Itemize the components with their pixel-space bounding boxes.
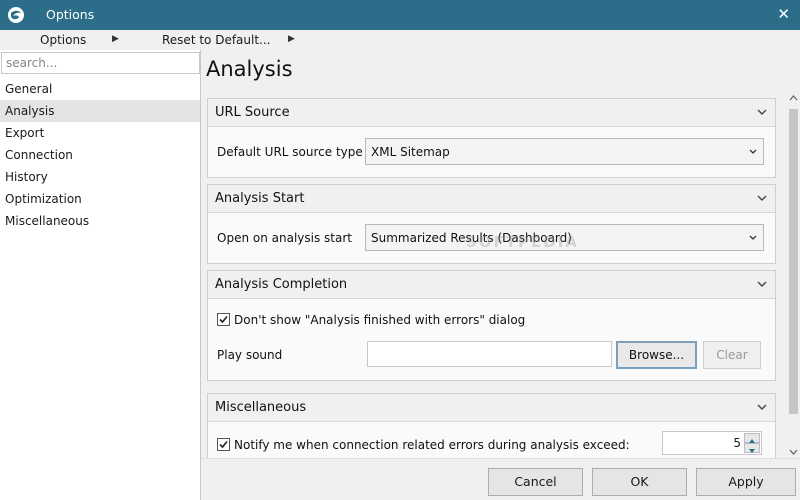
dont-show-errors-label: Don't show "Analysis finished with error… — [234, 313, 526, 327]
content-scrollbar[interactable] — [787, 92, 800, 458]
sidebar-nav: General Analysis Export Connection Histo… — [0, 78, 200, 232]
sidebar: General Analysis Export Connection Histo… — [0, 50, 201, 500]
spinner-value: 5 — [733, 436, 741, 450]
ok-button[interactable]: OK — [592, 468, 687, 496]
window-title: Options — [46, 7, 95, 22]
group-miscellaneous: Miscellaneous Notify me when connection … — [207, 393, 776, 458]
error-threshold-spinner[interactable]: 5 — [662, 431, 762, 455]
group-title: Miscellaneous — [215, 400, 307, 415]
sidebar-item-export[interactable]: Export — [0, 122, 200, 144]
group-url-source: URL Source Default URL source type XML S… — [207, 98, 776, 178]
browse-button[interactable]: Browse... — [616, 341, 697, 369]
notify-errors-label: Notify me when connection related errors… — [234, 438, 630, 452]
chevron-down-icon[interactable] — [757, 402, 767, 412]
options-arrow-icon[interactable]: ▶ — [112, 34, 119, 44]
group-analysis-completion: Analysis Completion Don't show "Analysis… — [207, 270, 776, 381]
search-input[interactable] — [1, 52, 200, 74]
group-analysis-start: Analysis Start Open on analysis start Su… — [207, 184, 776, 264]
menu-bar: Options ▶ Reset to Default... ▶ — [0, 30, 800, 50]
group-header-analysis-completion[interactable]: Analysis Completion — [208, 271, 775, 299]
group-title: Analysis Start — [215, 191, 305, 206]
cancel-button[interactable]: Cancel — [488, 468, 583, 496]
sidebar-item-general[interactable]: General — [0, 78, 200, 100]
select-value: Summarized Results (Dashboard) — [371, 231, 572, 245]
title-bar: Options ✕ — [0, 0, 800, 30]
analysis-start-label: Open on analysis start — [217, 231, 352, 245]
chevron-down-icon[interactable] — [757, 193, 767, 203]
url-source-label: Default URL source type — [217, 145, 363, 159]
spin-down-button[interactable] — [744, 443, 760, 453]
analysis-start-select[interactable]: Summarized Results (Dashboard) — [365, 224, 764, 251]
url-source-select[interactable]: XML Sitemap — [365, 138, 764, 165]
apply-button[interactable]: Apply — [696, 468, 796, 496]
app-logo-icon — [8, 7, 24, 23]
chevron-down-icon[interactable] — [757, 107, 767, 117]
scroll-thumb[interactable] — [789, 109, 798, 414]
sidebar-item-analysis[interactable]: Analysis — [0, 100, 200, 122]
group-header-miscellaneous[interactable]: Miscellaneous — [208, 394, 775, 422]
group-title: URL Source — [215, 105, 290, 120]
spin-up-button[interactable] — [744, 433, 760, 443]
sidebar-item-history[interactable]: History — [0, 166, 200, 188]
notify-errors-checkbox[interactable] — [217, 438, 230, 451]
play-sound-label: Play sound — [217, 348, 283, 362]
options-menu[interactable]: Options — [40, 33, 86, 47]
scroll-down-icon[interactable] — [787, 445, 800, 458]
chevron-down-icon — [749, 149, 757, 154]
group-header-analysis-start[interactable]: Analysis Start — [208, 185, 775, 213]
checkmark-icon — [219, 440, 228, 449]
chevron-down-icon[interactable] — [757, 279, 767, 289]
page-title: Analysis — [206, 57, 293, 81]
settings-panel: URL Source Default URL source type XML S… — [201, 92, 787, 458]
caret-down-icon — [749, 449, 755, 453]
checkmark-icon — [219, 315, 228, 324]
play-sound-input[interactable] — [367, 341, 612, 367]
close-icon[interactable]: ✕ — [777, 6, 790, 22]
reset-to-default-menu[interactable]: Reset to Default... — [162, 33, 271, 47]
group-header-url-source[interactable]: URL Source — [208, 99, 775, 127]
clear-button[interactable]: Clear — [703, 341, 761, 369]
reset-arrow-icon[interactable]: ▶ — [288, 34, 295, 44]
sidebar-item-miscellaneous[interactable]: Miscellaneous — [0, 210, 200, 232]
sidebar-item-connection[interactable]: Connection — [0, 144, 200, 166]
chevron-down-icon — [749, 235, 757, 240]
sidebar-item-optimization[interactable]: Optimization — [0, 188, 200, 210]
dont-show-errors-checkbox[interactable] — [217, 313, 230, 326]
group-title: Analysis Completion — [215, 277, 348, 292]
select-value: XML Sitemap — [371, 145, 450, 159]
scroll-up-icon[interactable] — [787, 92, 800, 105]
